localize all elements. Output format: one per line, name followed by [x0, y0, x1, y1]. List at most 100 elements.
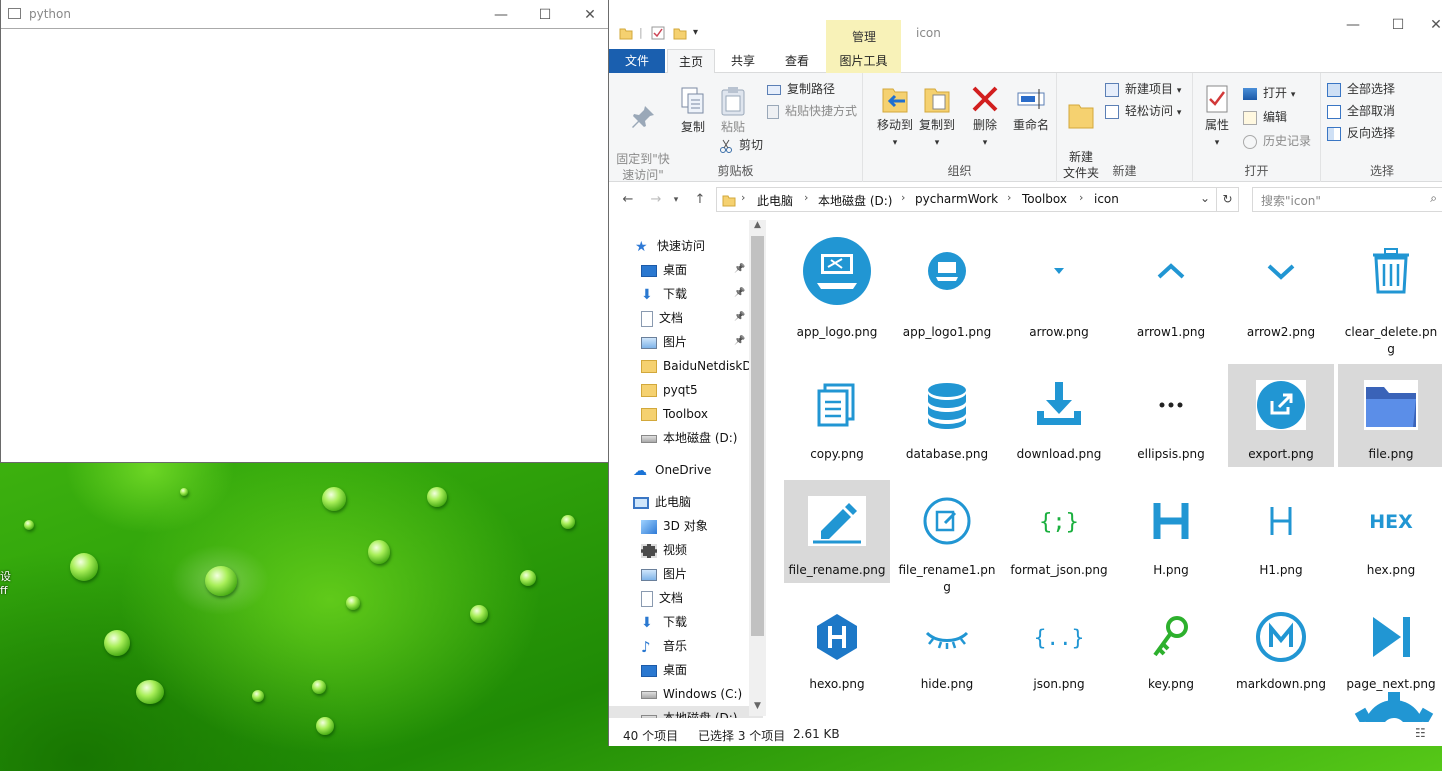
move-to-button[interactable]: 移动到 ▾ — [875, 83, 915, 151]
file-item[interactable]: page_next.png — [1338, 598, 1442, 697]
edit-button[interactable]: 编辑 — [1243, 107, 1287, 127]
minimize-button[interactable]: — — [1330, 10, 1376, 40]
file-item[interactable]: arrow1.png — [1118, 218, 1224, 345]
file-item[interactable]: file.png — [1338, 364, 1442, 467]
select-all-button[interactable]: 全部选择 — [1327, 79, 1395, 99]
pin-icon[interactable]: 📌 — [734, 288, 745, 298]
nav-item[interactable]: 图片 — [641, 330, 687, 354]
refresh-icon[interactable]: ↻ — [1216, 188, 1238, 211]
breadcrumb-this-pc[interactable]: 此电脑 — [757, 192, 793, 209]
nav-item[interactable]: 桌面 — [641, 258, 687, 282]
nav-item[interactable]: 图片 — [641, 562, 687, 586]
file-list[interactable]: app_logo.png app_logo1.png arrow.png arrow1… — [774, 218, 1442, 723]
breadcrumb-separator[interactable]: › — [804, 191, 808, 204]
pin-icon[interactable]: 📌 — [734, 336, 745, 346]
nav-item[interactable]: 视频 — [641, 538, 687, 562]
tab-picture-tools[interactable]: 图片工具 — [826, 49, 901, 73]
customize-qa-dropdown[interactable]: ▾ — [693, 27, 698, 38]
nav-item[interactable]: 3D 对象 — [641, 514, 708, 538]
maximize-button[interactable]: ☐ — [1375, 10, 1421, 40]
nav-item[interactable]: 本地磁盘 (D:) — [641, 426, 737, 450]
nav-item[interactable]: 文档 — [641, 586, 683, 610]
python-window[interactable]: python — ☐ ✕ — [0, 0, 610, 463]
address-input[interactable]: › 此电脑 › 本地磁盘 (D:) › pycharmWork › Toolbo… — [716, 187, 1239, 212]
file-item[interactable]: copy.png — [784, 364, 890, 467]
maximize-button[interactable]: ☐ — [522, 0, 568, 29]
minimize-button[interactable]: — — [478, 0, 524, 29]
paste-button[interactable]: 粘贴 — [715, 85, 751, 135]
file-item[interactable]: database.png — [894, 364, 1000, 467]
title-bar[interactable]: 管理 icon | ▾ — ☐ ✕ — [609, 0, 1442, 50]
file-item[interactable]: app_logo.png — [784, 218, 890, 345]
nav-item[interactable]: ⬇ 下载 — [641, 610, 687, 634]
copy-to-button[interactable]: 复制到 ▾ — [917, 83, 957, 151]
file-item[interactable]: hide.png — [894, 598, 1000, 697]
nav-this-pc[interactable]: 此电脑 — [633, 490, 691, 514]
new-folder-qa-icon[interactable] — [673, 26, 687, 40]
file-item[interactable]: markdown.png — [1228, 598, 1334, 697]
scrollbar-thumb[interactable] — [751, 236, 764, 636]
nav-item[interactable]: 本地磁盘 (D:) — [609, 706, 763, 718]
desktop-icon-label-fragment[interactable]: 设 — [0, 568, 11, 584]
window-content[interactable] — [1, 30, 609, 462]
file-item[interactable]: file_rename.png — [784, 480, 890, 583]
up-arrow-icon[interactable]: ↑ — [689, 190, 711, 210]
file-item[interactable]: key.png — [1118, 598, 1224, 697]
file-explorer-window[interactable]: 管理 icon | ▾ — ☐ ✕ 文件 主页 共享 查看 图片工具 固定到"快… — [608, 0, 1442, 746]
scroll-down-icon[interactable]: ▼ — [749, 701, 766, 716]
delete-button[interactable]: 删除 ▾ — [967, 83, 1003, 151]
file-item[interactable]: HEX hex.png — [1338, 480, 1442, 583]
desktop-icon-label-fragment[interactable]: ff — [0, 584, 8, 597]
breadcrumb-separator[interactable]: › — [741, 191, 745, 204]
breadcrumb-drive-d[interactable]: 本地磁盘 (D:) — [818, 192, 892, 209]
navigation-pane[interactable]: ★ 快速访问 ☁ OneDrive 此电脑 桌面 📌 ⬇ 下载 📌 文档 📌 图片 📌 BaiduNe… — [609, 218, 763, 718]
scroll-up-icon[interactable]: ▲ — [749, 220, 766, 235]
easy-access-button[interactable]: 轻松访问 ▾ — [1105, 101, 1181, 121]
nav-onedrive[interactable]: ☁ OneDrive — [633, 458, 711, 482]
tab-file[interactable]: 文件 — [609, 49, 665, 73]
nav-item[interactable]: BaiduNetdiskD — [641, 354, 752, 378]
copy-button[interactable]: 复制 — [675, 85, 711, 135]
breadcrumb-separator[interactable]: › — [901, 191, 905, 204]
details-view-icon[interactable]: ☷ — [1415, 726, 1426, 740]
nav-item[interactable]: 桌面 — [641, 658, 687, 682]
open-button[interactable]: 打开 ▾ — [1243, 83, 1295, 103]
pin-icon[interactable]: 📌 — [734, 264, 745, 274]
properties-button[interactable]: 属性 ▾ — [1197, 83, 1237, 151]
breadcrumb-separator[interactable]: › — [1007, 191, 1011, 204]
nav-item[interactable]: ♪ 音乐 — [641, 634, 687, 658]
new-item-button[interactable]: 新建项目 ▾ — [1105, 79, 1181, 99]
recent-locations-icon[interactable]: ▾ — [669, 190, 683, 210]
file-item[interactable]: {;} format_json.png — [1006, 480, 1112, 583]
file-item[interactable]: export.png — [1228, 364, 1334, 467]
paste-shortcut-button[interactable]: 粘贴快捷方式 — [767, 101, 857, 121]
breadcrumb-icon[interactable]: icon — [1094, 192, 1119, 206]
nav-item[interactable]: 文档 — [641, 306, 683, 330]
forward-arrow-icon[interactable]: → — [645, 190, 667, 210]
settings-gear-icon[interactable] — [1349, 690, 1439, 723]
file-item[interactable]: arrow.png — [1006, 218, 1112, 345]
nav-quick-access[interactable]: ★ 快速访问 — [635, 234, 705, 258]
file-item[interactable]: clear_delete.png — [1338, 218, 1442, 362]
file-item[interactable]: file_rename1.png — [894, 480, 1000, 600]
invert-selection-button[interactable]: 反向选择 — [1327, 123, 1395, 143]
close-button[interactable]: ✕ — [567, 0, 613, 29]
nav-item[interactable]: Windows (C:) — [641, 682, 742, 706]
breadcrumb-separator[interactable]: › — [1079, 191, 1083, 204]
tab-view[interactable]: 查看 — [773, 49, 821, 73]
search-input[interactable]: 搜索"icon" ⌕ — [1252, 187, 1442, 212]
file-item[interactable]: hexo.png — [784, 598, 890, 697]
address-history-dropdown-icon[interactable]: ⌄ — [1200, 191, 1210, 205]
file-item[interactable]: app_logo1.png — [894, 218, 1000, 345]
select-none-button[interactable]: 全部取消 — [1327, 101, 1395, 121]
file-item[interactable]: {..} json.png — [1006, 598, 1112, 697]
file-item[interactable]: arrow2.png — [1228, 218, 1334, 345]
history-button[interactable]: 历史记录 — [1243, 131, 1311, 151]
pin-icon[interactable]: 📌 — [734, 312, 745, 322]
file-item[interactable]: H1.png — [1228, 480, 1334, 583]
tab-home[interactable]: 主页 — [667, 49, 715, 74]
close-button[interactable]: ✕ — [1421, 10, 1442, 40]
tab-share[interactable]: 共享 — [719, 49, 767, 73]
file-item[interactable]: H.png — [1118, 480, 1224, 583]
nav-item[interactable]: ⬇ 下载 — [641, 282, 687, 306]
